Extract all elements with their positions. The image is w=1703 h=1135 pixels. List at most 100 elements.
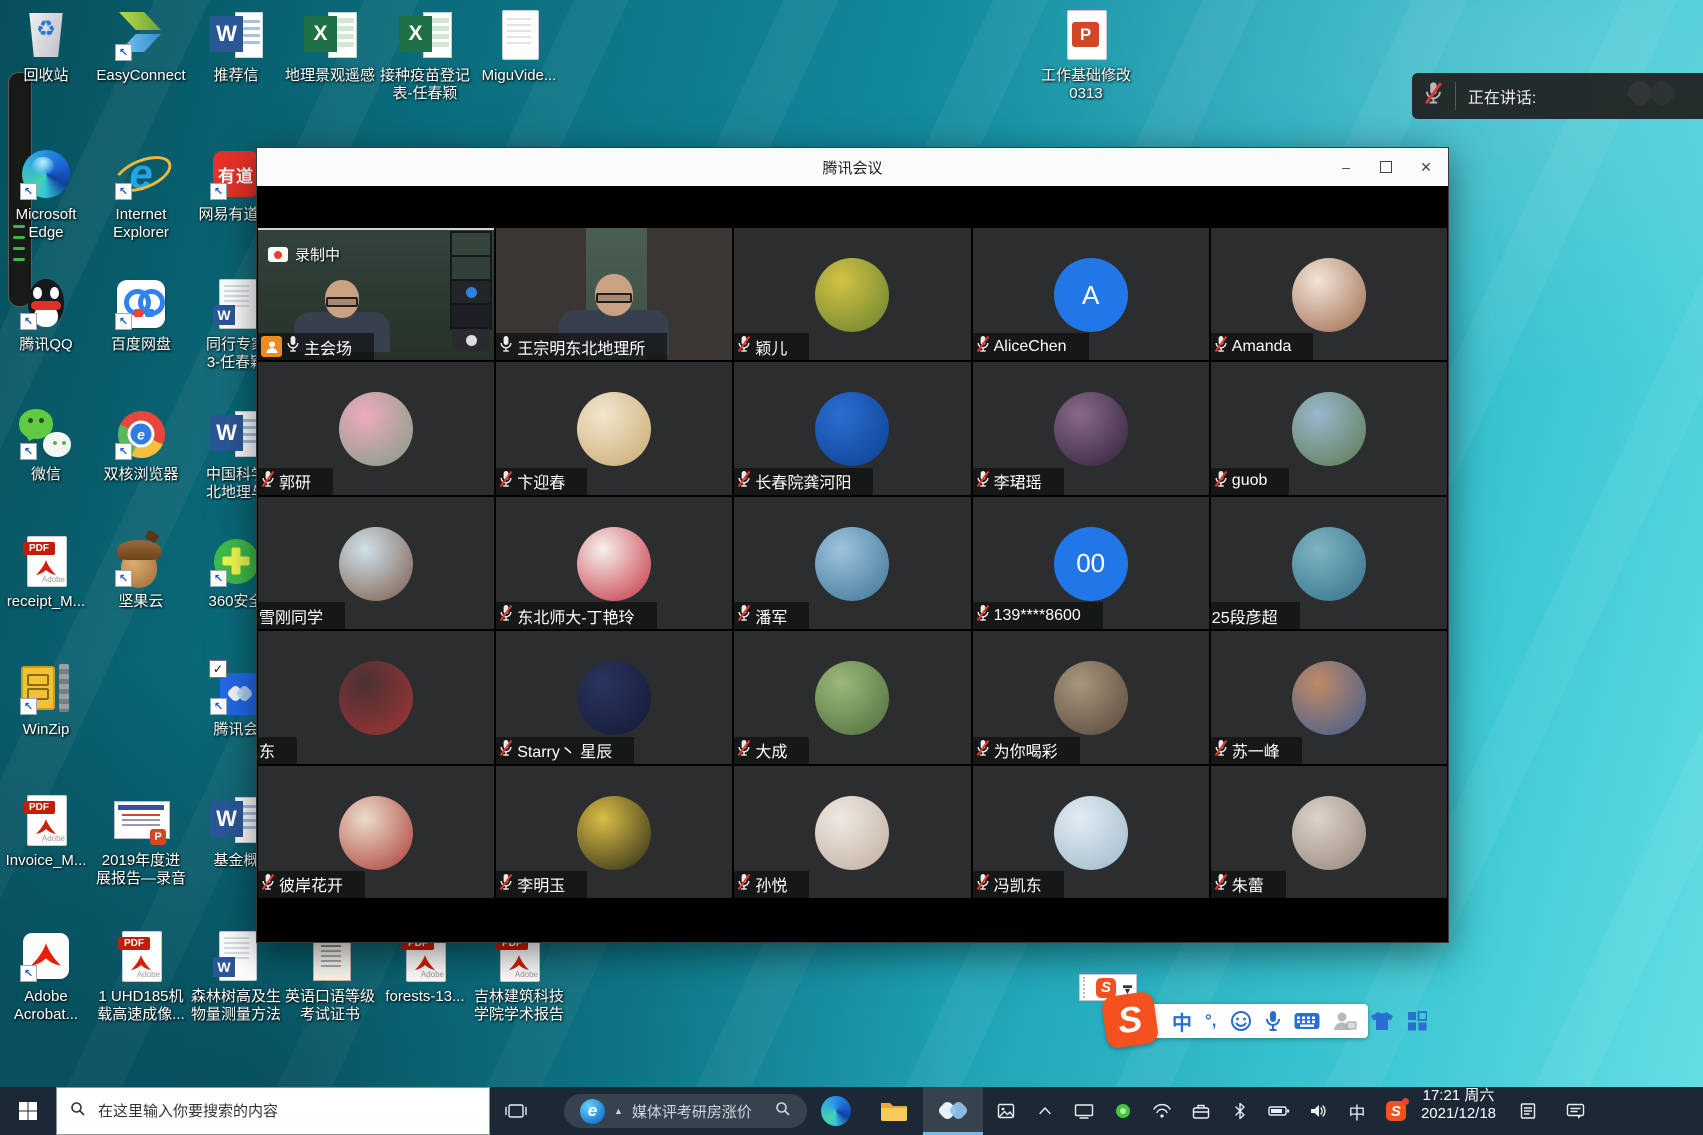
ime-person-dict-icon[interactable] [1333, 1011, 1357, 1031]
cast-tray-icon[interactable] [1073, 1096, 1095, 1126]
sogou-logo[interactable]: S [1101, 991, 1160, 1050]
participant-tile[interactable]: 00 139****8600 [973, 497, 1209, 629]
desktop-icon-recycle[interactable]: ♻回收站 [0, 8, 94, 85]
participant-tile[interactable]: 冯凯东 [973, 766, 1209, 898]
ime-smiley-icon[interactable] [1230, 1010, 1252, 1032]
action-center-button[interactable] [1550, 1087, 1600, 1135]
desktop-icon-chrome[interactable]: e↖双核浏览器 [93, 407, 189, 484]
ime-grid-icon[interactable] [1407, 1011, 1427, 1031]
drag-handle[interactable] [1083, 977, 1089, 998]
participant-tile[interactable]: 苏一峰 [1211, 631, 1447, 763]
taskbar-meeting-button-active[interactable] [923, 1087, 983, 1135]
desktop-icon-excel[interactable]: X地理景观遥感 [282, 8, 378, 85]
taskbar-search[interactable] [56, 1087, 490, 1135]
desktop-icon-whitedoc[interactable]: MiguVide... [471, 8, 567, 85]
search-icon [775, 1101, 791, 1121]
taskbar-explorer-button[interactable] [865, 1087, 923, 1135]
participant-tile[interactable]: 王宗明东北地理所 [496, 228, 732, 360]
desktop-icon-word[interactable]: W推荐信 [188, 8, 284, 85]
maximize-button[interactable] [1366, 148, 1406, 186]
participant-tile[interactable]: Amanda [1211, 228, 1447, 360]
desktop-icon-cert[interactable]: 英语口语等级考试证书 [282, 929, 378, 1024]
desktop-icon-wechat[interactable]: ↖微信 [0, 407, 94, 484]
participant-tile[interactable]: 彼岸花开 [258, 766, 494, 898]
taskbar-clock[interactable]: 17:21 周六 2021/12/18 [1421, 1087, 1496, 1135]
ime-zh-mode[interactable]: 中 [1172, 1007, 1192, 1036]
participant-tile[interactable]: 颖儿 [734, 228, 970, 360]
desktop-icon-acorn[interactable]: ↖坚果云 [93, 534, 189, 611]
taskbar-edge-button[interactable] [807, 1087, 865, 1135]
photos-tray-icon[interactable] [995, 1096, 1017, 1126]
desktop-icon-ppt[interactable]: P工作基础修改0313 [1038, 8, 1134, 103]
participant-tile[interactable]: 潘军 [734, 497, 970, 629]
ime-keyboard-icon[interactable] [1294, 1012, 1320, 1030]
participant-tile[interactable]: 录制中 主会场 [258, 228, 494, 360]
desktop-icon-acrobat[interactable]: ↖AdobeAcrobat... [0, 929, 94, 1024]
battery-tray-icon[interactable] [1268, 1096, 1290, 1126]
participant-tile[interactable]: 25段彦超 [1211, 497, 1447, 629]
participant-tile[interactable]: 卞迎春 [496, 362, 732, 494]
mic-muted-icon [976, 873, 990, 896]
participant-name: 彼岸花开 [279, 872, 343, 896]
desktop-icon-pdf[interactable]: PDFAdobereceipt_M... [0, 534, 94, 611]
desktop-icon-edge[interactable]: ↖MicrosoftEdge [0, 147, 94, 242]
caret-up-icon: ▲ [614, 1106, 623, 1116]
desktop-icon-worddoc[interactable]: W森林树高及生物量测量方法 [188, 929, 284, 1024]
desktop-icon-excel[interactable]: X接种疫苗登记表-任春颖 [377, 8, 473, 103]
wifi-tray-icon[interactable] [1151, 1096, 1173, 1126]
participant-tile[interactable]: 东 [258, 631, 494, 763]
desktop-icon-pdf[interactable]: PDFAdobe1 UHD185机载高速成像... [93, 929, 189, 1024]
caret-up-tray-icon[interactable] [1034, 1096, 1056, 1126]
mic-muted-icon [737, 739, 751, 762]
participant-name: 李珺瑶 [994, 469, 1042, 493]
participant-tile[interactable]: guob [1211, 362, 1447, 494]
ime-punct-mode[interactable]: °, [1205, 1011, 1217, 1031]
participant-tile[interactable]: 孙悦 [734, 766, 970, 898]
participant-tile[interactable]: 大成 [734, 631, 970, 763]
participant-tile[interactable]: 雪刚同学 [258, 497, 494, 629]
green-dot-tray-icon[interactable] [1112, 1096, 1134, 1126]
participant-name-label: 潘军 [734, 602, 809, 629]
desktop-icon-qq[interactable]: ↖腾讯QQ [0, 277, 94, 354]
briefcase-tray-icon[interactable] [1190, 1096, 1212, 1126]
participant-tile[interactable]: 李明玉 [496, 766, 732, 898]
sogou-icon[interactable]: S [1096, 978, 1116, 998]
ime-mic-icon[interactable] [1265, 1010, 1281, 1032]
participant-name: 东北师大-丁艳玲 [517, 604, 634, 628]
participant-name: 郭研 [279, 469, 311, 493]
minimize-button[interactable]: – [1326, 148, 1366, 186]
mic-muted-icon [737, 470, 751, 493]
participant-tile[interactable]: 长春院龚河阳 [734, 362, 970, 494]
participant-tile[interactable]: 李珺瑶 [973, 362, 1209, 494]
search-input[interactable] [96, 1102, 476, 1121]
ime-expand-arrow[interactable]: ▬▼ [1123, 982, 1132, 994]
desktop-icon-pdf[interactable]: PDFAdobe吉林建筑科技学院学术报告 [471, 929, 567, 1024]
desktop-icon-baidupan[interactable]: ↖百度网盘 [93, 277, 189, 354]
participant-tile[interactable]: Starry丶 星辰 [496, 631, 732, 763]
participant-tile[interactable]: A AliceChen [973, 228, 1209, 360]
participant-tile[interactable]: 朱蕾 [1211, 766, 1447, 898]
participant-tile[interactable]: 为你喝彩 [973, 631, 1209, 763]
start-button[interactable] [0, 1087, 56, 1135]
sogou-tray-icon[interactable]: S [1385, 1096, 1407, 1126]
avatar [1292, 661, 1366, 735]
desktop-icon-ie[interactable]: e↖InternetExplorer [93, 147, 189, 242]
ime-tshirt-icon[interactable] [1370, 1011, 1394, 1031]
participant-name: 冯凯东 [994, 872, 1042, 896]
speaking-indicator-bar[interactable]: 正在讲话: [1412, 73, 1703, 119]
avatar [815, 527, 889, 601]
desktop-icon-easyconnect[interactable]: ↖EasyConnect [93, 8, 189, 85]
bluetooth-tray-icon[interactable] [1229, 1096, 1251, 1126]
participant-tile[interactable]: 郭研 [258, 362, 494, 494]
news-widget[interactable]: e ▲ 媒体评考研房涨价 [564, 1094, 807, 1128]
participant-tile[interactable]: 东北师大-丁艳玲 [496, 497, 732, 629]
close-button[interactable]: ✕ [1406, 148, 1446, 186]
desktop-icon-pdf[interactable]: PDFAdobeInvoice_M... [0, 793, 94, 870]
desktop-icon-winzip[interactable]: ↖WinZip [0, 662, 94, 739]
desktop-icon-repdoc[interactable]: P2019年度进展报告—录音 [93, 793, 189, 888]
task-view-button[interactable] [490, 1087, 542, 1135]
news-interests-button[interactable] [1506, 1087, 1550, 1135]
speaker-tray-icon[interactable] [1307, 1096, 1329, 1126]
ime-zh-tray-icon[interactable]: 中 [1346, 1096, 1368, 1126]
window-titlebar[interactable]: 腾讯会议 –✕ [257, 148, 1448, 186]
